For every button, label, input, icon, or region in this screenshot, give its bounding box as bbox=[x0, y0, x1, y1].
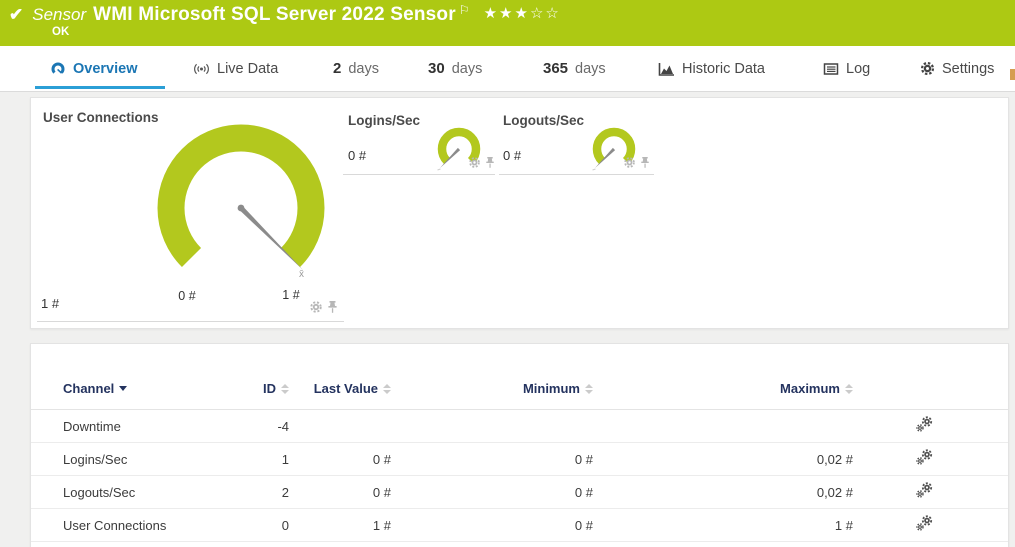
channel-table-header: Channel ID Last Value Minimum Maximum bbox=[31, 344, 1008, 410]
gauge-divider bbox=[499, 174, 654, 175]
cutoff-icon bbox=[1010, 69, 1015, 80]
double-gear-icon bbox=[916, 515, 933, 532]
edit-channel-button[interactable] bbox=[853, 515, 1008, 535]
header-minimum[interactable]: Minimum bbox=[523, 381, 593, 396]
tab-365-days[interactable]: 365 days bbox=[543, 46, 606, 91]
gauge-divider bbox=[37, 321, 344, 322]
status-badge: OK bbox=[52, 26, 69, 38]
channel-name[interactable]: Downtime bbox=[63, 419, 249, 434]
channel-id: 0 bbox=[282, 518, 289, 533]
status-ok-check-icon: ✔ bbox=[9, 4, 23, 26]
user-connections-gauge[interactable] bbox=[141, 108, 341, 308]
channel-name[interactable]: Logouts/Sec bbox=[63, 485, 249, 500]
channel-gear-icon[interactable] bbox=[468, 156, 481, 169]
gauge-divider bbox=[343, 174, 495, 175]
gauge-title-logouts: Logouts/Sec bbox=[503, 113, 584, 128]
table-row[interactable]: Logins/Sec 1 0 # 0 # 0,02 # bbox=[31, 443, 1008, 476]
table-row[interactable]: Logouts/Sec 2 0 # 0 # 0,02 # bbox=[31, 476, 1008, 509]
channel-table-panel: Channel ID Last Value Minimum Maximum Do… bbox=[30, 343, 1009, 547]
channel-minimum: 0 # bbox=[575, 518, 593, 533]
log-list-icon bbox=[823, 61, 839, 77]
priority-star-rating[interactable]: ★★★☆☆ bbox=[484, 4, 561, 24]
area-chart-icon bbox=[658, 61, 675, 77]
tab-bar: Overview Live Data 2 days 30 days 365 da… bbox=[0, 46, 1015, 92]
tab-settings[interactable]: Settings bbox=[920, 46, 994, 91]
edit-channel-button[interactable] bbox=[853, 482, 1008, 502]
channel-gear-icon[interactable] bbox=[309, 300, 323, 314]
edit-channel-button[interactable] bbox=[853, 416, 1008, 436]
pin-icon[interactable] bbox=[640, 156, 650, 169]
tab-2-days[interactable]: 2 days bbox=[333, 46, 379, 91]
header-id[interactable]: ID bbox=[263, 381, 289, 396]
pin-icon[interactable] bbox=[327, 300, 338, 314]
gauge-title-logins: Logins/Sec bbox=[348, 113, 420, 128]
channel-name[interactable]: User Connections bbox=[63, 518, 249, 533]
double-gear-icon bbox=[916, 449, 933, 466]
edit-channel-button[interactable] bbox=[853, 449, 1008, 469]
flag-icon[interactable]: ⚐ bbox=[459, 4, 470, 16]
channel-maximum: 0,02 # bbox=[817, 485, 853, 500]
tab-live-data[interactable]: Live Data bbox=[193, 46, 278, 91]
channel-name[interactable]: Logins/Sec bbox=[63, 452, 249, 467]
sort-icon bbox=[281, 384, 289, 394]
object-type-label: Sensor bbox=[32, 4, 86, 26]
tab-overview[interactable]: Overview bbox=[50, 46, 138, 91]
sort-icon bbox=[585, 384, 593, 394]
logouts-value: 0 # bbox=[503, 148, 521, 163]
table-row[interactable]: User Connections 0 1 # 0 # 1 # bbox=[31, 509, 1008, 542]
tab-log[interactable]: Log bbox=[823, 46, 870, 91]
active-tab-indicator bbox=[35, 86, 165, 89]
channel-last-value: 1 # bbox=[373, 518, 391, 533]
double-gear-icon bbox=[916, 416, 933, 433]
channel-last-value: 0 # bbox=[373, 452, 391, 467]
gear-icon bbox=[920, 61, 935, 76]
header-channel[interactable]: Channel bbox=[63, 381, 249, 396]
channel-minimum: 0 # bbox=[575, 485, 593, 500]
channel-id: 1 bbox=[282, 452, 289, 467]
header-last-value[interactable]: Last Value bbox=[314, 381, 391, 396]
page-title: WMI Microsoft SQL Server 2022 Sensor bbox=[93, 4, 456, 26]
header-maximum[interactable]: Maximum bbox=[780, 381, 853, 396]
tab-30-days[interactable]: 30 days bbox=[428, 46, 482, 91]
channel-maximum: 1 # bbox=[835, 518, 853, 533]
tab-historic-data[interactable]: Historic Data bbox=[658, 46, 765, 91]
channel-gear-icon[interactable] bbox=[623, 156, 636, 169]
sort-icon bbox=[845, 384, 853, 394]
sort-icon bbox=[383, 384, 391, 394]
user-connections-value: 1 # bbox=[41, 296, 59, 311]
gauge-icon bbox=[50, 61, 66, 77]
logins-value: 0 # bbox=[348, 148, 366, 163]
gauge-scale-min: 0 # bbox=[169, 289, 205, 303]
table-row[interactable]: Downtime -4 bbox=[31, 410, 1008, 443]
double-gear-icon bbox=[916, 482, 933, 499]
channel-maximum: 0,02 # bbox=[817, 452, 853, 467]
channel-last-value: 0 # bbox=[373, 485, 391, 500]
channel-id: -4 bbox=[277, 419, 289, 434]
average-marker: x̄ bbox=[299, 269, 304, 280]
channel-id: 2 bbox=[282, 485, 289, 500]
sensor-status-banner: ✔ Sensor WMI Microsoft SQL Server 2022 S… bbox=[0, 0, 1015, 46]
broadcast-icon bbox=[193, 61, 210, 77]
overview-gauges-panel: User Connections x̄ 0 # 1 # 1 # Logins/S… bbox=[30, 97, 1009, 329]
pin-icon[interactable] bbox=[485, 156, 495, 169]
gauge-scale-max: 1 # bbox=[273, 288, 309, 302]
channel-minimum: 0 # bbox=[575, 452, 593, 467]
sort-desc-icon bbox=[119, 386, 127, 391]
